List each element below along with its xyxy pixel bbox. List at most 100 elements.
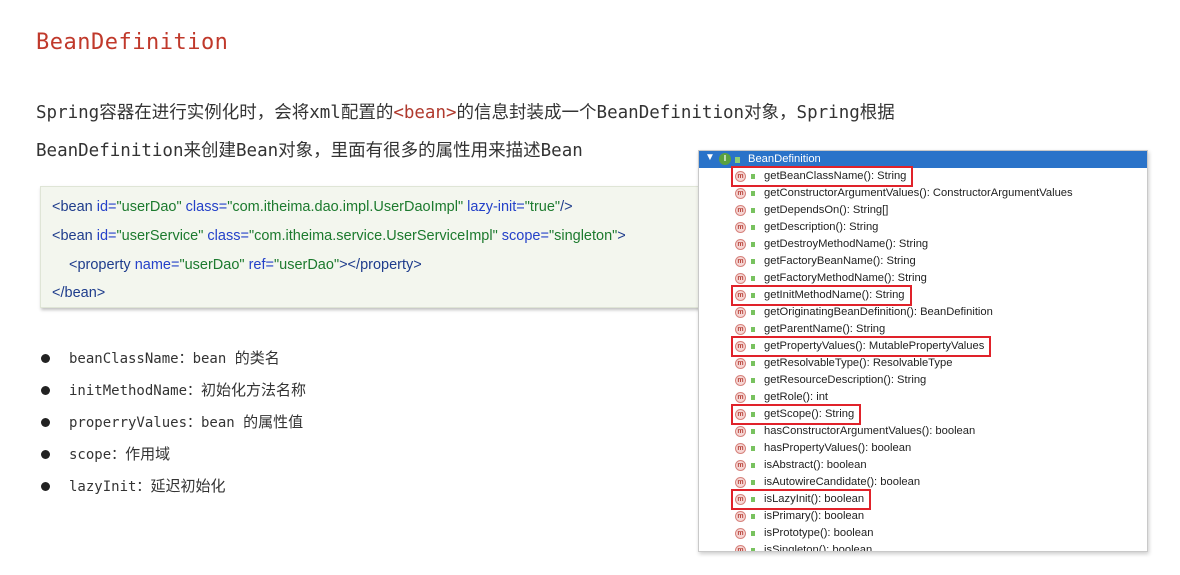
method-icon: m (735, 358, 746, 369)
method-label: getOriginatingBeanDefinition(): BeanDefi… (764, 306, 993, 318)
method-icon: m (735, 392, 746, 403)
code-line-1: <bean id="userDao" class="com.itheima.da… (52, 199, 573, 215)
code-attr: class= (203, 228, 249, 244)
interface-icon: I (719, 153, 731, 165)
method-item[interactable]: m getResolvableType(): ResolvableType (699, 355, 1147, 372)
code-tag: bean (64, 285, 97, 301)
bullet-key: properryValues：bean (69, 415, 244, 431)
code-tag: property (77, 257, 131, 273)
bullet-dot-icon (41, 418, 50, 427)
method-item[interactable]: m getFactoryBeanName(): String (699, 253, 1147, 270)
bullet-dot-icon (41, 354, 50, 363)
method-label: getDestroyMethodName(): String (764, 238, 929, 250)
code-bracket: > (413, 257, 422, 273)
list-item: properryValues：bean 的属性值 (40, 410, 306, 442)
public-visibility-icon (751, 327, 755, 332)
method-icon: m (735, 545, 746, 551)
code-bracket: > (617, 228, 626, 244)
public-visibility-icon (751, 463, 755, 468)
method-item[interactable]: m isAbstract(): boolean (699, 457, 1147, 474)
method-item[interactable]: m getResourceDescription(): String (699, 372, 1147, 389)
method-item[interactable]: m getDestroyMethodName(): String (699, 236, 1147, 253)
code-bracket: ></ (339, 257, 361, 273)
method-label: getDependsOn(): String[] (764, 204, 889, 216)
intro-line-1-prefix: Spring容器在进行实例化时，会将xml配置的 (36, 103, 394, 123)
method-item[interactable]: m isSingleton(): boolean (699, 542, 1147, 552)
method-icon: m (735, 324, 746, 335)
code-attr: id= (92, 228, 117, 244)
method-item[interactable]: m getDependsOn(): String[] (699, 202, 1147, 219)
public-visibility-icon (751, 191, 755, 196)
code-tag: property (360, 257, 414, 273)
method-icon: m (735, 222, 746, 233)
public-visibility-icon (751, 276, 755, 281)
list-item: scope：作用域 (40, 442, 306, 474)
method-icon: m (735, 273, 746, 284)
method-icon: m (735, 307, 746, 318)
method-item[interactable]: m getDescription(): String (699, 219, 1147, 236)
method-label: hasPropertyValues(): boolean (764, 442, 912, 454)
method-item[interactable]: m hasPropertyValues(): boolean (699, 440, 1147, 457)
list-item: initMethodName：初始化方法名称 (40, 378, 306, 410)
public-visibility-icon (751, 395, 755, 400)
bullet-desc: 作用域 (125, 445, 171, 463)
intro-line-1-suffix: 的信息封装成一个BeanDefinition对象，Spring根据 (456, 103, 895, 123)
public-visibility-icon (751, 531, 755, 536)
bullet-desc: 的类名 (234, 349, 280, 367)
code-bracket: /> (560, 199, 573, 215)
method-icon: m (735, 188, 746, 199)
method-label: getDescription(): String (764, 221, 879, 233)
highlight-box (731, 404, 861, 425)
highlight-box (731, 489, 871, 510)
method-icon: m (735, 375, 746, 386)
method-item[interactable]: m getOriginatingBeanDefinition(): BeanDef… (699, 304, 1147, 321)
highlight-box (731, 336, 991, 357)
code-value: "userDao" (116, 199, 182, 215)
public-visibility-icon (751, 378, 755, 383)
method-label: isAbstract(): boolean (764, 459, 867, 471)
code-value: "true" (524, 199, 561, 215)
method-item[interactable]: m isPrototype(): boolean (699, 525, 1147, 542)
method-item[interactable]: m hasConstructorArgumentValues(): boolean (699, 423, 1147, 440)
bullet-dot-icon (41, 482, 50, 491)
code-bracket: </ (52, 285, 65, 301)
method-icon: m (735, 239, 746, 250)
highlight-box (731, 166, 913, 187)
list-item: beanClassName：bean 的类名 (40, 346, 306, 378)
method-item[interactable]: m isPrimary(): boolean (699, 508, 1147, 525)
method-label: isAutowireCandidate(): boolean (764, 476, 921, 488)
page-title: BeanDefinition (36, 30, 229, 55)
code-attr: scope= (497, 228, 549, 244)
highlight-box (731, 285, 912, 306)
method-label: getRole(): int (764, 391, 829, 403)
method-icon: m (735, 528, 746, 539)
method-icon: m (735, 256, 746, 267)
public-visibility-icon (751, 259, 755, 264)
public-visibility-icon (751, 242, 755, 247)
code-tag: bean (60, 228, 93, 244)
public-visibility-icon (751, 361, 755, 366)
bullet-key: lazyInit： (69, 479, 151, 495)
code-value: "com.itheima.service.UserServiceImpl" (248, 228, 498, 244)
code-attr: name= (130, 257, 180, 273)
bullet-dot-icon (41, 386, 50, 395)
method-item[interactable]: m getConstructorArgumentValues(): Constru… (699, 185, 1147, 202)
code-attr: ref= (244, 257, 274, 273)
bullet-desc: 初始化方法名称 (201, 381, 307, 399)
public-visibility-icon (751, 429, 755, 434)
code-value: "com.itheima.dao.impl.UserDaoImpl" (227, 199, 464, 215)
public-visibility-icon (751, 514, 755, 519)
xml-code-block: <bean id="userDao" class="com.itheima.da… (40, 186, 722, 308)
bullet-key: scope： (69, 447, 126, 463)
structure-panel: ▼ I BeanDefinition m getBeanClassName(): … (698, 150, 1148, 552)
code-attr: class= (181, 199, 228, 215)
code-line-4: </bean> (52, 285, 105, 301)
chevron-down-icon[interactable]: ▼ (705, 152, 715, 163)
code-value: "userDao" (273, 257, 340, 273)
method-label: isSingleton(): boolean (764, 544, 873, 552)
code-line-3: <property name="userDao" ref="userDao"><… (69, 257, 422, 273)
intro-bean-tag: <bean> (393, 103, 457, 123)
method-label: isPrototype(): boolean (764, 527, 874, 539)
code-value: "userService" (116, 228, 204, 244)
method-icon: m (735, 443, 746, 454)
